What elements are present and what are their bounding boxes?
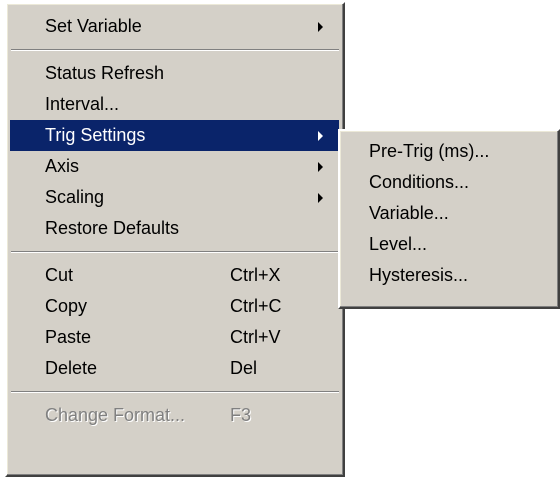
submenu-item-variable[interactable]: Variable... bbox=[343, 198, 554, 229]
submenu-item-label: Conditions... bbox=[369, 172, 470, 192]
submenu-arrow-icon bbox=[318, 131, 323, 141]
menu-item-trig-settings[interactable]: Trig Settings bbox=[10, 120, 339, 151]
menu-item-restore-defaults[interactable]: Restore Defaults bbox=[10, 213, 339, 244]
menu-item-label: Status Refresh bbox=[45, 63, 165, 83]
menu-item-label: Delete bbox=[45, 358, 98, 378]
menu-item-shortcut: Ctrl+V bbox=[230, 327, 281, 347]
menu-separator bbox=[11, 49, 339, 51]
submenu-item-conditions[interactable]: Conditions... bbox=[343, 167, 554, 198]
menu-item-label: Paste bbox=[45, 327, 92, 347]
context-menu: Set Variable Status Refresh Interval... … bbox=[5, 2, 345, 477]
menu-item-label: Restore Defaults bbox=[45, 218, 180, 238]
menu-item-axis[interactable]: Axis bbox=[10, 151, 339, 182]
menu-item-scaling[interactable]: Scaling bbox=[10, 182, 339, 213]
menu-item-label: Interval... bbox=[45, 94, 120, 114]
menu-item-label: Cut bbox=[45, 265, 74, 285]
submenu-item-label: Pre-Trig (ms)... bbox=[369, 141, 490, 161]
menu-item-cut[interactable]: Cut Ctrl+X bbox=[10, 260, 339, 291]
submenu-arrow-icon bbox=[318, 22, 323, 32]
menu-item-change-format: Change Format... F3 bbox=[10, 400, 339, 431]
menu-separator bbox=[11, 391, 339, 393]
menu-item-label: Scaling bbox=[45, 187, 105, 207]
submenu-arrow-icon bbox=[318, 193, 323, 203]
submenu-item-label: Hysteresis... bbox=[369, 265, 469, 285]
menu-item-copy[interactable]: Copy Ctrl+C bbox=[10, 291, 339, 322]
submenu-item-label: Level... bbox=[369, 234, 428, 254]
submenu-item-level[interactable]: Level... bbox=[343, 229, 554, 260]
menu-item-shortcut: Ctrl+C bbox=[230, 296, 282, 316]
menu-item-delete[interactable]: Delete Del bbox=[10, 353, 339, 384]
submenu-item-hysteresis[interactable]: Hysteresis... bbox=[343, 260, 554, 291]
submenu-arrow-icon bbox=[318, 162, 323, 172]
menu-item-label: Change Format... bbox=[45, 405, 186, 425]
menu-item-shortcut: Ctrl+X bbox=[230, 265, 281, 285]
menu-item-label: Copy bbox=[45, 296, 88, 316]
menu-item-status-refresh[interactable]: Status Refresh bbox=[10, 58, 339, 89]
submenu-item-pre-trig[interactable]: Pre-Trig (ms)... bbox=[343, 136, 554, 167]
menu-item-set-variable[interactable]: Set Variable bbox=[10, 11, 339, 42]
trig-settings-submenu: Pre-Trig (ms)... Conditions... Variable.… bbox=[338, 129, 560, 309]
submenu-item-label: Variable... bbox=[369, 203, 449, 223]
menu-item-shortcut: F3 bbox=[230, 405, 252, 425]
menu-item-label: Trig Settings bbox=[45, 125, 146, 145]
menu-item-label: Axis bbox=[45, 156, 80, 176]
menu-item-paste[interactable]: Paste Ctrl+V bbox=[10, 322, 339, 353]
menu-separator bbox=[11, 251, 339, 253]
menu-item-shortcut: Del bbox=[230, 358, 258, 378]
menu-item-interval[interactable]: Interval... bbox=[10, 89, 339, 120]
menu-item-label: Set Variable bbox=[45, 16, 142, 36]
